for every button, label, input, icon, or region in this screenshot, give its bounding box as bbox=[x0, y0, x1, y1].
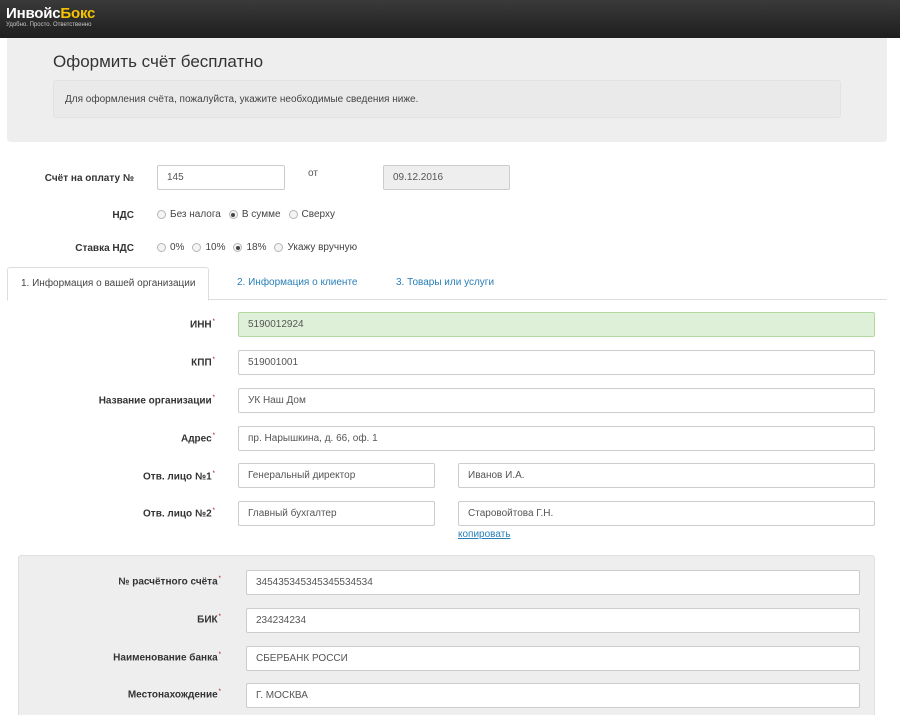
inn-label: ИНН* bbox=[10, 319, 215, 330]
bank-name-label-text: Наименование банка bbox=[113, 652, 218, 664]
radio-nds-included[interactable] bbox=[228, 210, 238, 219]
org-name-label: Название организации* bbox=[10, 395, 215, 406]
resp1-label-text: Отв. лицо №1 bbox=[143, 471, 212, 483]
rate-option-0[interactable]: 0% bbox=[157, 242, 184, 253]
account-input[interactable] bbox=[246, 570, 860, 595]
location-input[interactable] bbox=[246, 683, 860, 708]
tab-organization[interactable]: 1. Информация о вашей организации bbox=[7, 267, 210, 301]
top-bar: ИнвойсБокс Удобно. Просто. Ответственно bbox=[0, 0, 900, 38]
tab-goods[interactable]: 3. Товары или услуги bbox=[383, 267, 507, 300]
required-mark: * bbox=[212, 357, 215, 363]
rate-option-0-label: 0% bbox=[170, 242, 185, 253]
kpp-label-text: КПП bbox=[191, 357, 212, 369]
inn-input[interactable] bbox=[238, 312, 875, 337]
form-tabs: 1. Информация о вашей организации 2. Инф… bbox=[7, 267, 887, 301]
nds-option-above-label: Сверху bbox=[301, 209, 335, 220]
org-name-label-text: Название организации bbox=[98, 395, 212, 407]
required-mark: * bbox=[212, 508, 215, 514]
invoice-number-input[interactable] bbox=[157, 165, 285, 190]
required-mark: * bbox=[218, 576, 221, 582]
radio-rate-18[interactable] bbox=[233, 243, 243, 252]
kpp-input[interactable] bbox=[238, 350, 875, 375]
required-mark: * bbox=[212, 471, 215, 477]
nds-option-none-label: Без налога bbox=[170, 209, 221, 220]
bik-label-text: БИК bbox=[197, 614, 218, 626]
required-mark: * bbox=[212, 395, 215, 401]
account-label-text: № расчётного счёта bbox=[118, 576, 218, 588]
bik-input[interactable] bbox=[246, 608, 860, 633]
address-label-text: Адрес bbox=[180, 433, 212, 445]
nds-option-none[interactable]: Без налога bbox=[157, 209, 221, 220]
required-mark: * bbox=[212, 319, 215, 325]
required-mark: * bbox=[218, 652, 221, 658]
resp1-name-input[interactable] bbox=[458, 463, 875, 488]
rate-label: Ставка НДС bbox=[75, 243, 134, 254]
required-mark: * bbox=[212, 433, 215, 439]
rate-option-10-label: 10% bbox=[205, 242, 226, 253]
logo[interactable]: ИнвойсБокс bbox=[6, 5, 95, 22]
address-label: Адрес* bbox=[10, 433, 215, 444]
rate-option-manual-label: Укажу вручную bbox=[287, 242, 358, 253]
required-mark: * bbox=[218, 689, 221, 695]
logo-text-part2: Бокс bbox=[60, 5, 96, 22]
bank-name-label: Наименование банка* bbox=[30, 652, 221, 663]
rate-option-manual[interactable]: Укажу вручную bbox=[274, 242, 357, 253]
resp2-name-input[interactable] bbox=[458, 501, 875, 526]
page-header: Оформить счёт бесплатно Для оформления с… bbox=[7, 38, 887, 142]
resp1-position-input[interactable] bbox=[238, 463, 435, 488]
copy-link[interactable]: копировать bbox=[458, 529, 511, 540]
invoice-date-input[interactable] bbox=[383, 165, 510, 190]
kpp-label: КПП* bbox=[10, 357, 215, 368]
resp1-label: Отв. лицо №1* bbox=[10, 471, 215, 482]
radio-rate-manual[interactable] bbox=[274, 243, 284, 252]
page-title: Оформить счёт бесплатно bbox=[53, 52, 264, 71]
location-label: Местонахождение* bbox=[30, 689, 221, 700]
nds-option-above[interactable]: Сверху bbox=[288, 209, 335, 220]
org-name-input[interactable] bbox=[238, 388, 875, 413]
rate-option-18[interactable]: 18% bbox=[233, 242, 266, 253]
required-mark: * bbox=[218, 614, 221, 620]
nds-option-included-label: В сумме bbox=[241, 209, 281, 220]
info-text: Для оформления счёта, пожалуйста, укажит… bbox=[65, 94, 419, 105]
resp2-label-text: Отв. лицо №2 bbox=[143, 508, 212, 520]
location-label-text: Местонахождение bbox=[127, 689, 218, 701]
invoice-number-label: Счёт на оплату № bbox=[44, 173, 134, 184]
bik-label: БИК* bbox=[30, 614, 221, 625]
radio-rate-10[interactable] bbox=[192, 243, 202, 252]
radio-nds-above[interactable] bbox=[288, 210, 298, 219]
nds-radio-group: Без налога В сумме Сверху bbox=[157, 209, 343, 220]
bank-name-input[interactable] bbox=[246, 646, 860, 671]
tab-client[interactable]: 2. Информация о клиенте bbox=[224, 267, 370, 300]
logo-text-part1: Инвойс bbox=[6, 5, 61, 22]
invoice-from-label: от bbox=[308, 168, 318, 179]
nds-label: НДС bbox=[112, 210, 134, 221]
rate-option-18-label: 18% bbox=[246, 242, 267, 253]
rate-radio-group: 0% 10% 18% Укажу вручную bbox=[157, 242, 365, 253]
rate-option-10[interactable]: 10% bbox=[192, 242, 225, 253]
radio-nds-none[interactable] bbox=[157, 210, 166, 219]
radio-rate-0[interactable] bbox=[157, 243, 166, 252]
nds-option-included[interactable]: В сумме bbox=[228, 209, 281, 220]
resp2-label: Отв. лицо №2* bbox=[10, 508, 215, 519]
info-box: Для оформления счёта, пожалуйста, укажит… bbox=[53, 80, 841, 118]
resp2-position-input[interactable] bbox=[238, 501, 435, 526]
inn-label-text: ИНН bbox=[190, 319, 212, 331]
logo-tagline: Удобно. Просто. Ответственно bbox=[6, 22, 92, 28]
address-input[interactable] bbox=[238, 426, 875, 451]
account-label: № расчётного счёта* bbox=[30, 576, 221, 587]
